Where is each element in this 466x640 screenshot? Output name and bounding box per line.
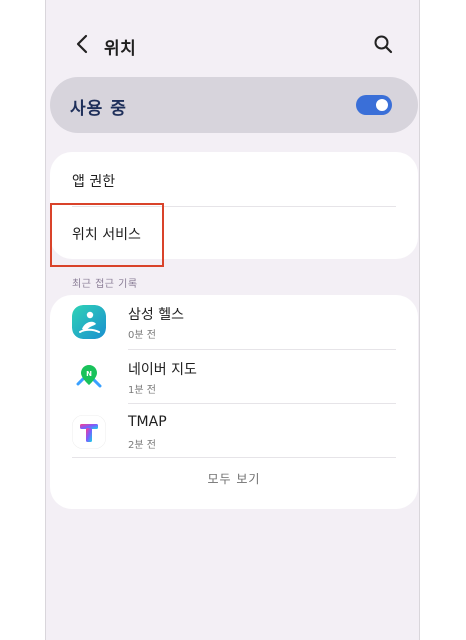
divider (128, 403, 396, 404)
location-services-item[interactable]: 위치 서비스 (50, 207, 418, 259)
search-button[interactable] (369, 32, 397, 60)
location-master-switch[interactable]: 사용 중 (50, 77, 418, 133)
search-icon (373, 34, 393, 58)
naver-map-icon: N (72, 360, 106, 394)
phone-frame: 위치 사용 중 앱 권한 위치 서비스 최근 접근 기록 삼성 헬스 0분 전 … (45, 0, 420, 640)
list-item[interactable]: N 네이버 지도 1분 전 (50, 350, 418, 404)
location-services-label: 위치 서비스 (72, 227, 141, 243)
recent-access-header: 최근 접근 기록 (72, 279, 138, 290)
app-name: 삼성 헬스 (128, 307, 184, 323)
access-time: 2분 전 (128, 440, 156, 451)
divider (72, 457, 396, 458)
app-permissions-item[interactable]: 앱 권한 (50, 154, 418, 206)
chevron-left-icon (75, 34, 89, 58)
access-time: 1분 전 (128, 385, 156, 396)
app-permissions-label: 앱 권한 (72, 174, 116, 190)
app-name: TMAP (128, 414, 167, 430)
settings-card: 앱 권한 위치 서비스 (50, 152, 418, 259)
back-button[interactable] (68, 32, 96, 60)
screen: 위치 사용 중 앱 권한 위치 서비스 최근 접근 기록 삼성 헬스 0분 전 … (0, 0, 466, 640)
app-bar: 위치 (46, 28, 419, 64)
app-name: 네이버 지도 (128, 362, 197, 378)
page-title: 위치 (104, 39, 137, 59)
list-item[interactable]: 삼성 헬스 0분 전 (50, 295, 418, 349)
view-all-button[interactable]: 모두 보기 (50, 470, 418, 487)
svg-text:N: N (86, 370, 92, 378)
toggle-knob (374, 97, 390, 113)
access-time: 0분 전 (128, 330, 156, 341)
samsung-health-icon (72, 305, 106, 339)
tmap-icon (72, 415, 106, 449)
toggle-switch[interactable] (356, 95, 392, 115)
list-item[interactable]: TMAP 2분 전 (50, 405, 418, 459)
recent-access-card: 삼성 헬스 0분 전 N 네이버 지도 1분 전 TMAP 2분 전 모두 보기 (50, 295, 418, 509)
master-switch-label: 사용 중 (70, 99, 127, 119)
